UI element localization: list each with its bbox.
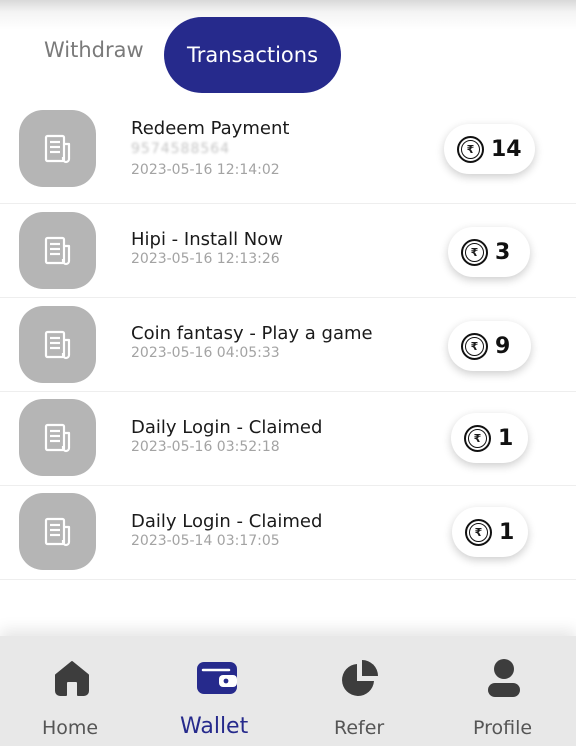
coin-amount: 3: [495, 239, 511, 265]
rupee-coin-icon: ₹: [461, 332, 488, 360]
coin-amount-badge: ₹ 9: [448, 321, 531, 371]
transaction-row[interactable]: Daily Login - Claimed 2023-05-16 03:52:1…: [0, 392, 576, 486]
transaction-date: 2023-05-16 03:52:18: [131, 439, 280, 455]
transaction-date: 2023-05-16 12:14:02: [131, 162, 280, 178]
rupee-coin-icon: ₹: [461, 238, 488, 266]
transaction-list: Redeem Payment 9574588564 2023-05-16 12:…: [0, 108, 576, 580]
transaction-row[interactable]: Coin fantasy - Play a game 2023-05-16 04…: [0, 298, 576, 392]
coin-amount: 9: [495, 333, 511, 359]
coin-amount-badge: ₹ 1: [451, 413, 528, 463]
tab-bar: Withdraw Transactions: [0, 0, 576, 100]
receipt-icon: [19, 212, 96, 289]
transaction-date: 2023-05-16 12:13:26: [131, 251, 280, 267]
bottom-nav: Home Wallet Refer Profile: [0, 636, 576, 746]
transaction-title: Hipi - Install Now: [131, 229, 284, 250]
rupee-coin-icon: ₹: [465, 518, 492, 546]
coin-amount: 1: [498, 425, 514, 451]
receipt-icon: [19, 493, 96, 570]
transaction-date: 2023-05-14 03:17:05: [131, 533, 280, 549]
receipt-icon: [19, 110, 96, 187]
nav-profile[interactable]: Profile: [453, 636, 553, 746]
home-icon: [55, 661, 89, 696]
tab-transactions[interactable]: Transactions: [164, 17, 341, 93]
coin-amount: 14: [491, 136, 522, 162]
profile-icon: [488, 659, 520, 697]
rupee-coin-icon: ₹: [464, 424, 491, 452]
coin-amount-badge: ₹ 14: [444, 124, 535, 174]
transaction-masked-number: 9574588564: [131, 141, 231, 157]
nav-profile-label: Profile: [473, 717, 533, 739]
nav-wallet[interactable]: Wallet: [166, 636, 266, 746]
nav-refer[interactable]: Refer: [310, 636, 410, 746]
pie-chart-icon: [342, 660, 378, 696]
transaction-title: Redeem Payment: [131, 118, 290, 139]
nav-refer-label: Refer: [334, 717, 385, 739]
transaction-title: Coin fantasy - Play a game: [131, 323, 373, 344]
coin-amount-badge: ₹ 1: [452, 507, 528, 557]
receipt-icon: [19, 399, 96, 476]
transaction-row[interactable]: Redeem Payment 9574588564 2023-05-16 12:…: [0, 108, 576, 204]
coin-amount-badge: ₹ 3: [448, 227, 530, 277]
transaction-row[interactable]: Hipi - Install Now 2023-05-16 12:13:26 ₹…: [0, 204, 576, 298]
wallet-icon: [197, 662, 237, 694]
transaction-title: Daily Login - Claimed: [131, 417, 323, 438]
rupee-coin-icon: ₹: [457, 135, 484, 163]
transaction-date: 2023-05-16 04:05:33: [131, 345, 280, 361]
coin-amount: 1: [499, 519, 515, 545]
receipt-icon: [19, 306, 96, 383]
nav-home-label: Home: [42, 717, 99, 739]
transaction-row[interactable]: Daily Login - Claimed 2023-05-14 03:17:0…: [0, 486, 576, 580]
transaction-title: Daily Login - Claimed: [131, 511, 323, 532]
nav-wallet-label: Wallet: [180, 714, 249, 739]
tab-withdraw[interactable]: Withdraw: [44, 38, 144, 62]
nav-home[interactable]: Home: [22, 636, 122, 746]
